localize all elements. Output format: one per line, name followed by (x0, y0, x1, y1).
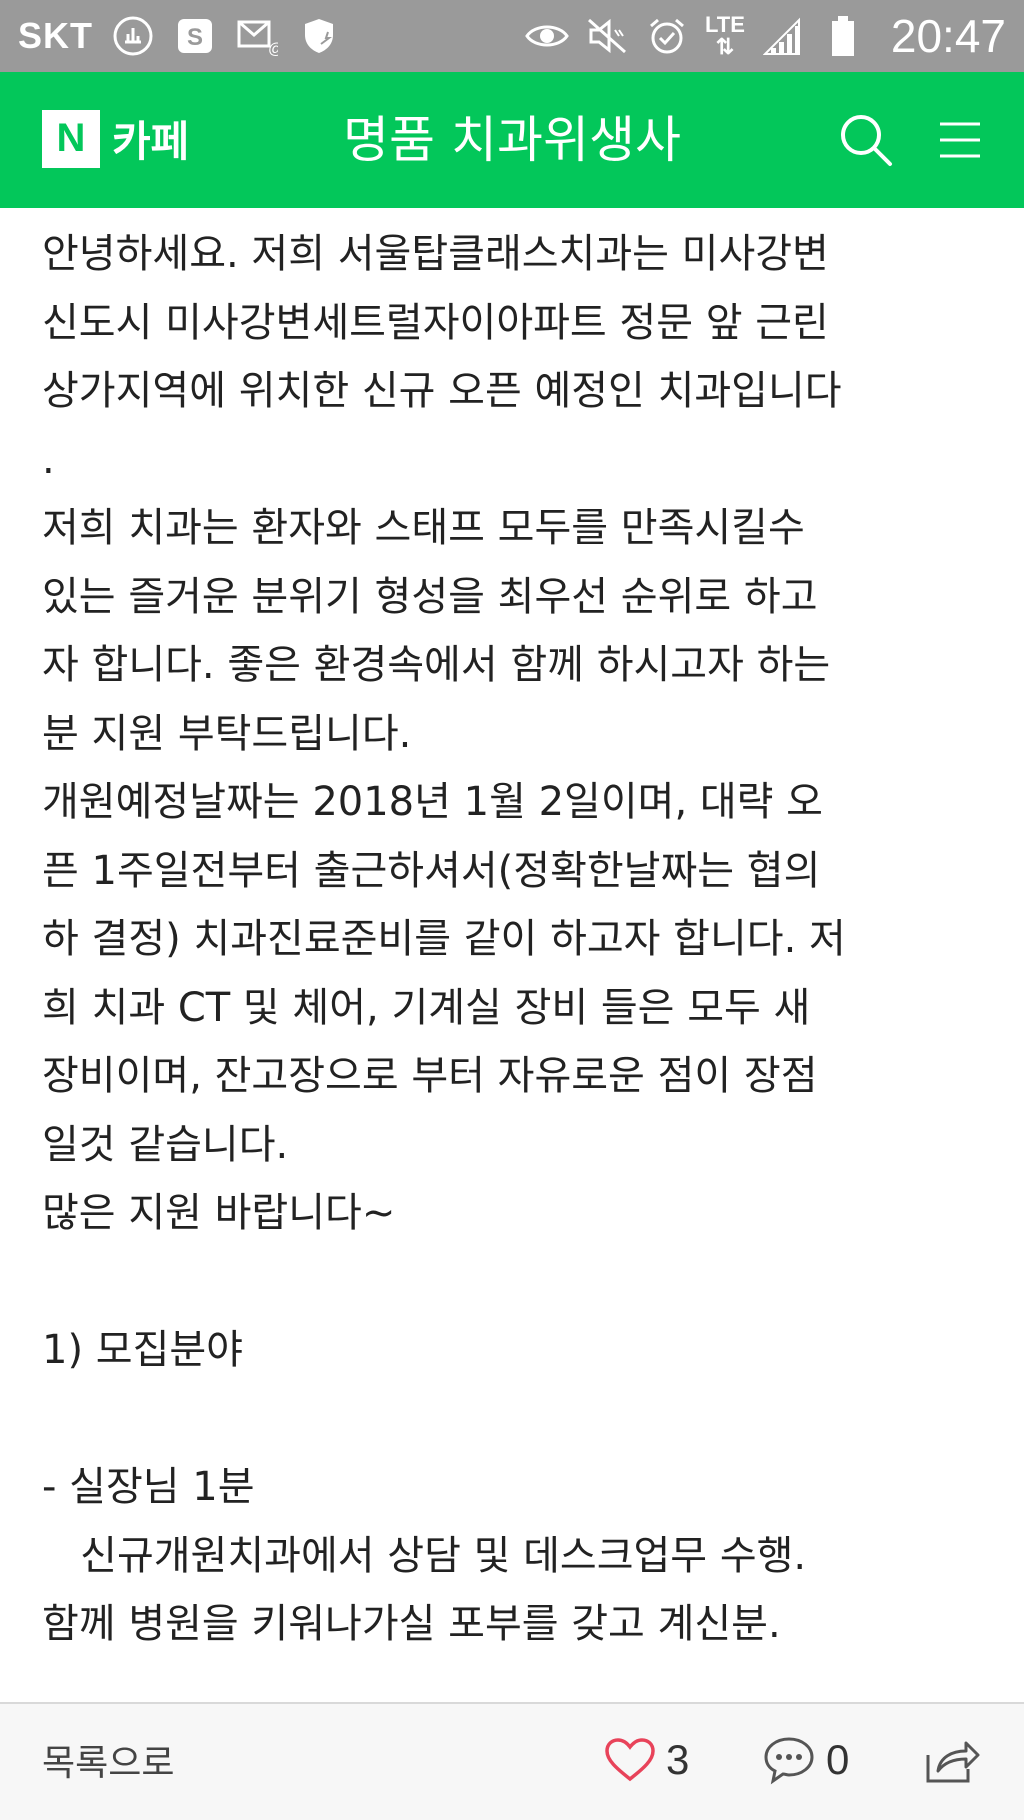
carrier-label: SKT (18, 15, 93, 56)
hamburger-menu-icon (940, 122, 980, 158)
heart-icon (605, 1738, 655, 1782)
shield-icon (297, 14, 341, 58)
post-line: 있는 즐거운 분위기 형성을 최우선 순위로 하고 (42, 573, 818, 620)
post-line: 안녕하세요. 저희 서울탑클래스치과는 미사강변 (42, 231, 829, 277)
svg-text:S: S (187, 24, 203, 51)
network-type: LTE ⇅ (705, 14, 745, 58)
post-line: 일것 같습니다. (42, 1121, 289, 1168)
post-line: 저희 치과는 환자와 스태프 모두를 만족시킬수 (42, 505, 805, 551)
naver-logo: N (42, 109, 100, 168)
usb-icon (111, 14, 155, 58)
post-line: . (42, 436, 55, 483)
post-line: 장비이며, 잔고장으로 부터 자유로운 점이 장점 (42, 1053, 818, 1099)
status-left: SKT S @ (18, 14, 341, 58)
search-button[interactable] (836, 110, 896, 170)
post-line: 분 지원 부탁드립니다. (42, 710, 412, 757)
post-line: 신규개원치과에서 상담 및 데스크업무 수행. (42, 1532, 807, 1579)
svg-text:@: @ (268, 41, 278, 56)
post-body: 안녕하세요. 저희 서울탑클래스치과는 미사강변신도시 미사강변세트럴자이아파트… (42, 220, 992, 1659)
post-line: 픈 1주일전부터 출근하셔서(정확한날짜는 협의 (42, 847, 821, 894)
post-line: 신도시 미사강변세트럴자이아파트 정문 앞 근린 (42, 299, 829, 346)
like-count: 3 (666, 1736, 690, 1783)
post-line: 많은 지원 바랍니다~ (42, 1190, 396, 1236)
search-icon (841, 115, 892, 166)
post-line: 상가지역에 위치한 신규 오픈 예정인 치과입니다 (42, 368, 842, 414)
bottom-bar: 목록으로 3 0 (0, 1702, 1024, 1820)
email-icon: @ (235, 14, 279, 58)
post-line: 희 치과 CT 및 체어, 기계실 장비 들은 모두 새 (42, 984, 811, 1031)
samsung-pay-icon: S (173, 14, 217, 58)
comment-count: 0 (826, 1736, 850, 1783)
post-line: 함께 병원을 키워나가실 포부를 갖고 계신분. (42, 1601, 781, 1647)
post-line (42, 1385, 992, 1454)
alarm-icon (645, 14, 689, 58)
post-line (42, 1248, 992, 1317)
back-to-list-button[interactable]: 목록으로 (42, 1734, 174, 1786)
post-line: - 실장님 1분 (42, 1464, 255, 1510)
comment-button[interactable]: 0 (762, 1730, 849, 1790)
share-icon (926, 1741, 980, 1783)
like-button[interactable]: 3 (604, 1730, 689, 1790)
comment-icon (764, 1737, 814, 1785)
share-button[interactable] (924, 1730, 982, 1790)
cafe-home-link[interactable]: N 카페 (42, 108, 189, 169)
battery-icon (821, 14, 865, 58)
brand-label: 카페 (112, 117, 190, 166)
network-label: LTE (704, 12, 745, 37)
post-line: 하 결정) 치과진료준비를 같이 하고자 합니다. 저 (42, 916, 846, 962)
status-right: LTE ⇅ 20:47 (525, 9, 1006, 63)
app-header: N 카페 명품 치과위생사 (0, 72, 1024, 208)
post-line: 개원예정날짜는 2018년 1월 2일이며, 대략 오 (42, 779, 823, 825)
clock: 20:47 (890, 10, 1006, 62)
eye-comfort-icon (525, 14, 569, 58)
post-line: 자 합니다. 좋은 환경속에서 함께 하시고자 하는 (42, 642, 831, 688)
post-line: 1) 모집분야 (42, 1327, 243, 1373)
mute-icon (585, 14, 629, 58)
signal-icon (761, 14, 805, 58)
data-arrows-icon: ⇅ (715, 34, 735, 59)
menu-button[interactable] (930, 110, 990, 170)
status-bar: SKT S @ LTE ⇅ 20: (0, 0, 1024, 72)
